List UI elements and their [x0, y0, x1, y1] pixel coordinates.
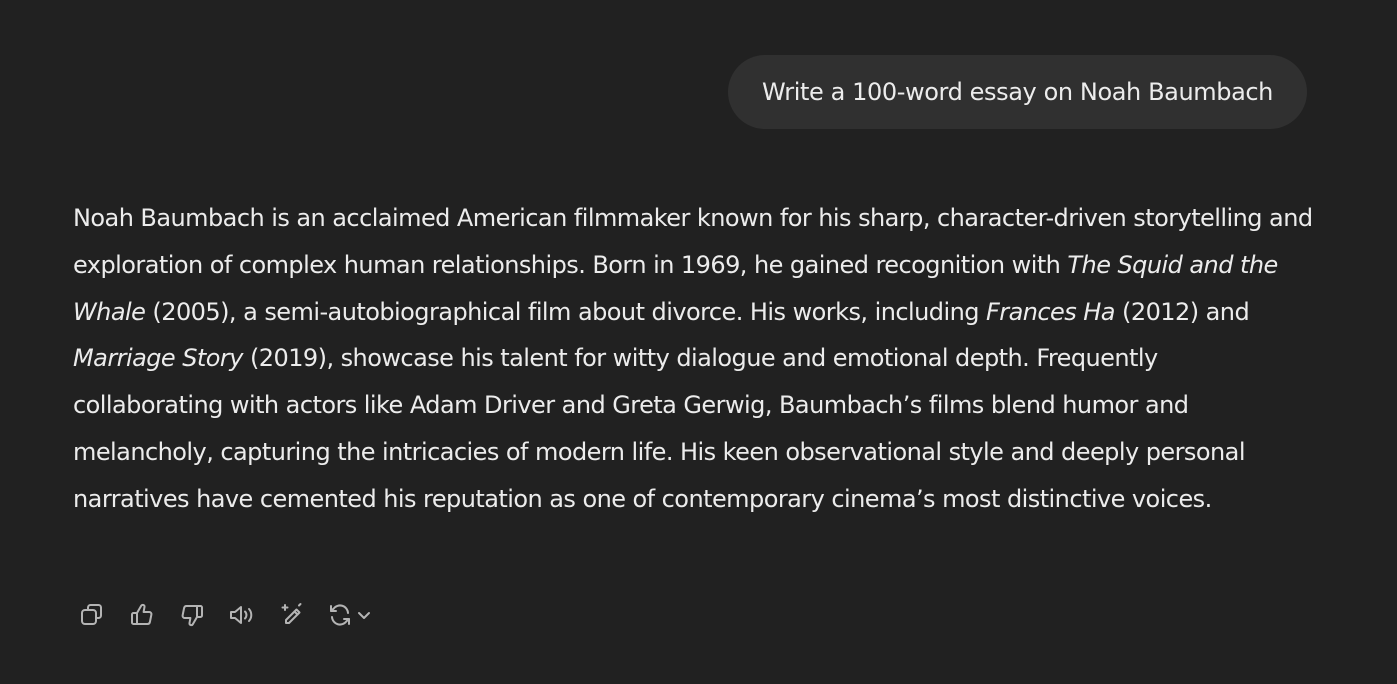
assistant-message: Noah Baumbach is an acclaimed American f… — [73, 195, 1313, 523]
copy-icon — [81, 604, 102, 625]
film-title: Frances Ha — [986, 297, 1116, 326]
chevron-down-icon — [358, 612, 370, 619]
good-response-button[interactable] — [123, 596, 161, 634]
assistant-paragraph: Noah Baumbach is an acclaimed American f… — [73, 195, 1313, 523]
edit-in-canvas-button[interactable] — [273, 596, 311, 634]
regenerate-icon — [330, 604, 350, 626]
user-message-bubble: Write a 100-word essay on Noah Baumbach — [728, 55, 1307, 129]
regenerate-button[interactable] — [323, 596, 382, 634]
read-aloud-icon — [230, 606, 253, 624]
read-aloud-button[interactable] — [223, 596, 261, 634]
text-segment: (2012) and — [1114, 297, 1250, 326]
message-action-bar — [73, 596, 382, 634]
bad-response-button[interactable] — [173, 596, 211, 634]
edit-sparkle-icon — [281, 603, 302, 624]
thumbs-up-icon — [131, 603, 153, 625]
thumbs-down-icon — [181, 605, 203, 627]
text-segment: (2005), a semi-autobiographical film abo… — [145, 297, 987, 326]
copy-button[interactable] — [73, 596, 111, 634]
text-segment: (2019), showcase his talent for witty di… — [73, 344, 1246, 513]
film-title: Marriage Story — [73, 344, 243, 373]
user-message-row: Write a 100-word essay on Noah Baumbach — [728, 55, 1307, 129]
